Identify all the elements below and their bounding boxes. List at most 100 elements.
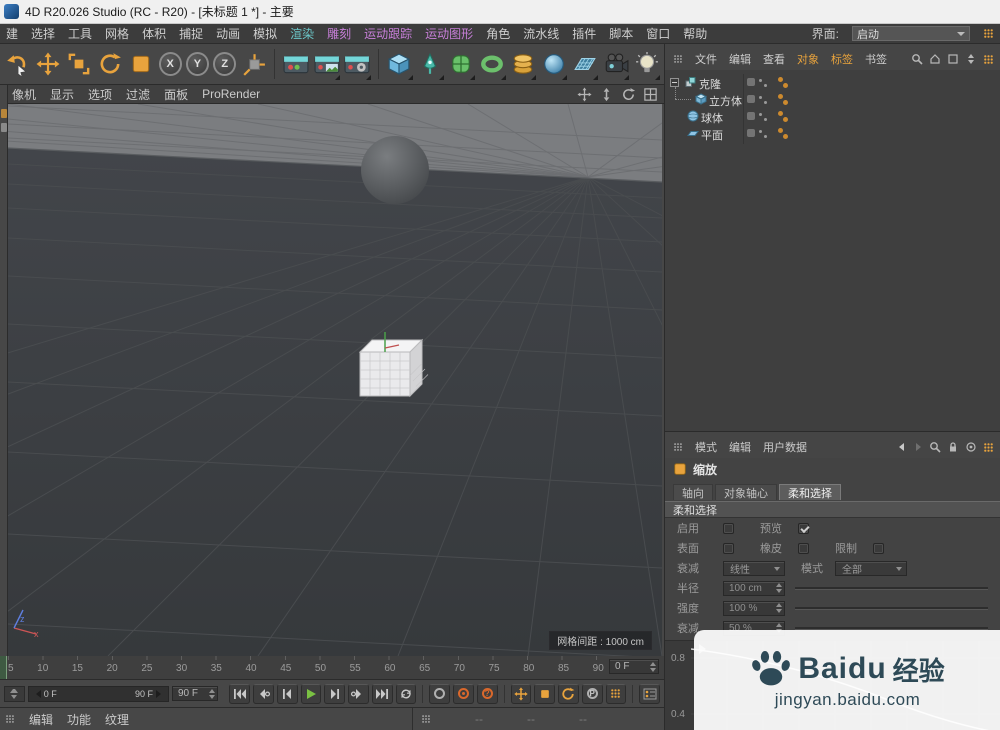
render-visibility-dot[interactable] xyxy=(783,134,788,139)
timeline-playhead[interactable] xyxy=(0,656,7,679)
generator-button[interactable] xyxy=(478,47,507,81)
layer-chip[interactable] xyxy=(747,129,755,137)
record-keyframe-button[interactable] xyxy=(429,683,451,704)
sphere-object[interactable] xyxy=(361,136,429,204)
editor-visibility-dot[interactable] xyxy=(778,94,783,99)
menu-item-tools[interactable]: 工具 xyxy=(68,25,92,42)
menu-item-help[interactable]: 帮助 xyxy=(683,25,707,42)
previous-frame-button[interactable] xyxy=(276,683,298,704)
om-menu-bookmarks[interactable]: 书签 xyxy=(865,51,887,67)
zoom-view-icon[interactable] xyxy=(599,87,614,102)
track-list-button[interactable] xyxy=(639,683,661,704)
light-button[interactable] xyxy=(632,47,661,81)
record-pla-toggle[interactable] xyxy=(605,683,627,704)
menu-item-mograph[interactable]: 运动图形 xyxy=(425,25,473,42)
panel-menu-icon[interactable] xyxy=(983,54,994,65)
undo-button[interactable] xyxy=(3,47,32,81)
panel-menu-icon[interactable] xyxy=(983,28,994,39)
mode-dropdown[interactable]: 全部 xyxy=(835,560,907,576)
scale-tool-button[interactable] xyxy=(65,47,94,81)
record-position-toggle[interactable] xyxy=(510,683,532,704)
target-icon[interactable] xyxy=(965,441,977,453)
search-icon[interactable] xyxy=(911,53,923,65)
material-menu-function[interactable]: 功能 xyxy=(67,711,91,728)
viewport-menu-panel[interactable]: 面板 xyxy=(164,86,188,103)
camera-button[interactable] xyxy=(601,47,630,81)
last-tool-button[interactable] xyxy=(127,47,156,81)
subdivision-surface-button[interactable] xyxy=(447,47,476,81)
material-menu-texture[interactable]: 纹理 xyxy=(105,711,129,728)
enable-checkbox[interactable] xyxy=(723,522,734,534)
render-visibility-dot[interactable] xyxy=(783,100,788,105)
menu-item-character[interactable]: 角色 xyxy=(486,25,510,42)
object-row-sphere[interactable]: 球体 xyxy=(665,108,1000,125)
spline-pen-button[interactable] xyxy=(416,47,445,81)
viewport-menu-display[interactable]: 显示 xyxy=(50,86,74,103)
move-tool-button[interactable] xyxy=(34,47,63,81)
render-visibility-dot[interactable] xyxy=(783,117,788,122)
menu-item-simulate[interactable]: 模拟 xyxy=(253,25,277,42)
menu-item-motion-tracker[interactable]: 运动跟踪 xyxy=(364,25,412,42)
record-rotation-toggle[interactable] xyxy=(558,683,579,704)
preview-checkbox[interactable] xyxy=(798,522,809,534)
object-name[interactable]: 平面 xyxy=(701,127,723,143)
pan-view-icon[interactable] xyxy=(577,86,592,102)
play-button[interactable] xyxy=(300,683,322,704)
goto-start-button[interactable] xyxy=(229,683,250,704)
tag-dot[interactable] xyxy=(764,135,767,138)
editor-visibility-dot[interactable] xyxy=(778,77,783,82)
menu-item-volume[interactable]: 体积 xyxy=(142,25,166,42)
lock-icon[interactable] xyxy=(947,441,959,453)
radius-slider[interactable] xyxy=(795,586,988,590)
viewport-menu-prorender[interactable]: ProRender xyxy=(202,87,260,101)
panel-menu-icon[interactable] xyxy=(421,714,431,724)
coordinate-system-button[interactable] xyxy=(239,47,268,81)
home-icon[interactable] xyxy=(929,53,941,65)
menu-item-script[interactable]: 脚本 xyxy=(609,25,633,42)
falloff-dropdown[interactable]: 线性 xyxy=(723,560,785,576)
layer-chip[interactable] xyxy=(747,78,755,86)
render-picture-viewer-button[interactable] xyxy=(312,47,341,81)
x-axis-lock-button[interactable]: X xyxy=(158,52,182,76)
menu-item-mesh[interactable]: 网格 xyxy=(105,25,129,42)
am-menu-edit[interactable]: 编辑 xyxy=(729,439,751,455)
range-left-arrow-icon[interactable] xyxy=(32,689,41,698)
menu-item-select[interactable]: 选择 xyxy=(31,25,55,42)
tab-axis[interactable]: 轴向 xyxy=(673,484,713,500)
panel-menu-icon[interactable] xyxy=(673,442,683,452)
toggle-view-layout-icon[interactable] xyxy=(643,87,658,102)
editor-visibility-dot[interactable] xyxy=(778,111,783,116)
menu-item-create[interactable]: 建 xyxy=(6,25,18,42)
layer-chip[interactable] xyxy=(747,95,755,103)
eraser-checkbox[interactable] xyxy=(798,542,809,554)
menu-item-snap[interactable]: 捕捉 xyxy=(179,25,203,42)
title-bar[interactable]: 4D R20.026 Studio (RC - R20) - [未标题 1 *]… xyxy=(0,0,1000,24)
am-menu-userdata[interactable]: 用户数据 xyxy=(763,439,807,455)
goto-end-button[interactable] xyxy=(371,683,393,704)
viewport-menu-options[interactable]: 选项 xyxy=(88,86,112,103)
history-back-icon[interactable] xyxy=(897,442,907,452)
radius-field[interactable]: 100 cm xyxy=(723,580,785,596)
am-menu-mode[interactable]: 模式 xyxy=(695,439,717,455)
previous-key-button[interactable] xyxy=(252,683,274,704)
om-menu-edit[interactable]: 编辑 xyxy=(729,51,751,67)
collapse-toggle-icon[interactable] xyxy=(670,78,679,87)
menu-item-render[interactable]: 渲染 xyxy=(290,25,314,42)
menu-item-window[interactable]: 窗口 xyxy=(646,25,670,42)
panel-menu-icon[interactable] xyxy=(5,714,15,724)
tab-object-axis[interactable]: 对象轴心 xyxy=(715,484,777,500)
stepper-arrows-icon[interactable] xyxy=(207,688,215,699)
loop-mode-button[interactable] xyxy=(395,683,417,704)
render-view-button[interactable] xyxy=(281,47,310,81)
modifier-button[interactable] xyxy=(509,47,538,81)
material-menu-edit[interactable]: 编辑 xyxy=(29,711,53,728)
timeline-range-slider[interactable]: 0 F 90 F xyxy=(27,685,169,702)
surface-checkbox[interactable] xyxy=(723,542,734,554)
timeline-ruler[interactable]: 5 10 15 20 25 30 35 40 45 50 55 60 65 70 75 80 8… xyxy=(0,656,664,680)
object-row-plane[interactable]: 平面 xyxy=(665,125,1000,142)
tag-dot[interactable] xyxy=(764,101,767,104)
frame-step-stepper[interactable] xyxy=(4,685,25,702)
panel-menu-icon[interactable] xyxy=(673,54,683,64)
y-axis-lock-button[interactable]: Y xyxy=(185,52,210,76)
menu-item-sculpt[interactable]: 雕刻 xyxy=(327,25,351,42)
